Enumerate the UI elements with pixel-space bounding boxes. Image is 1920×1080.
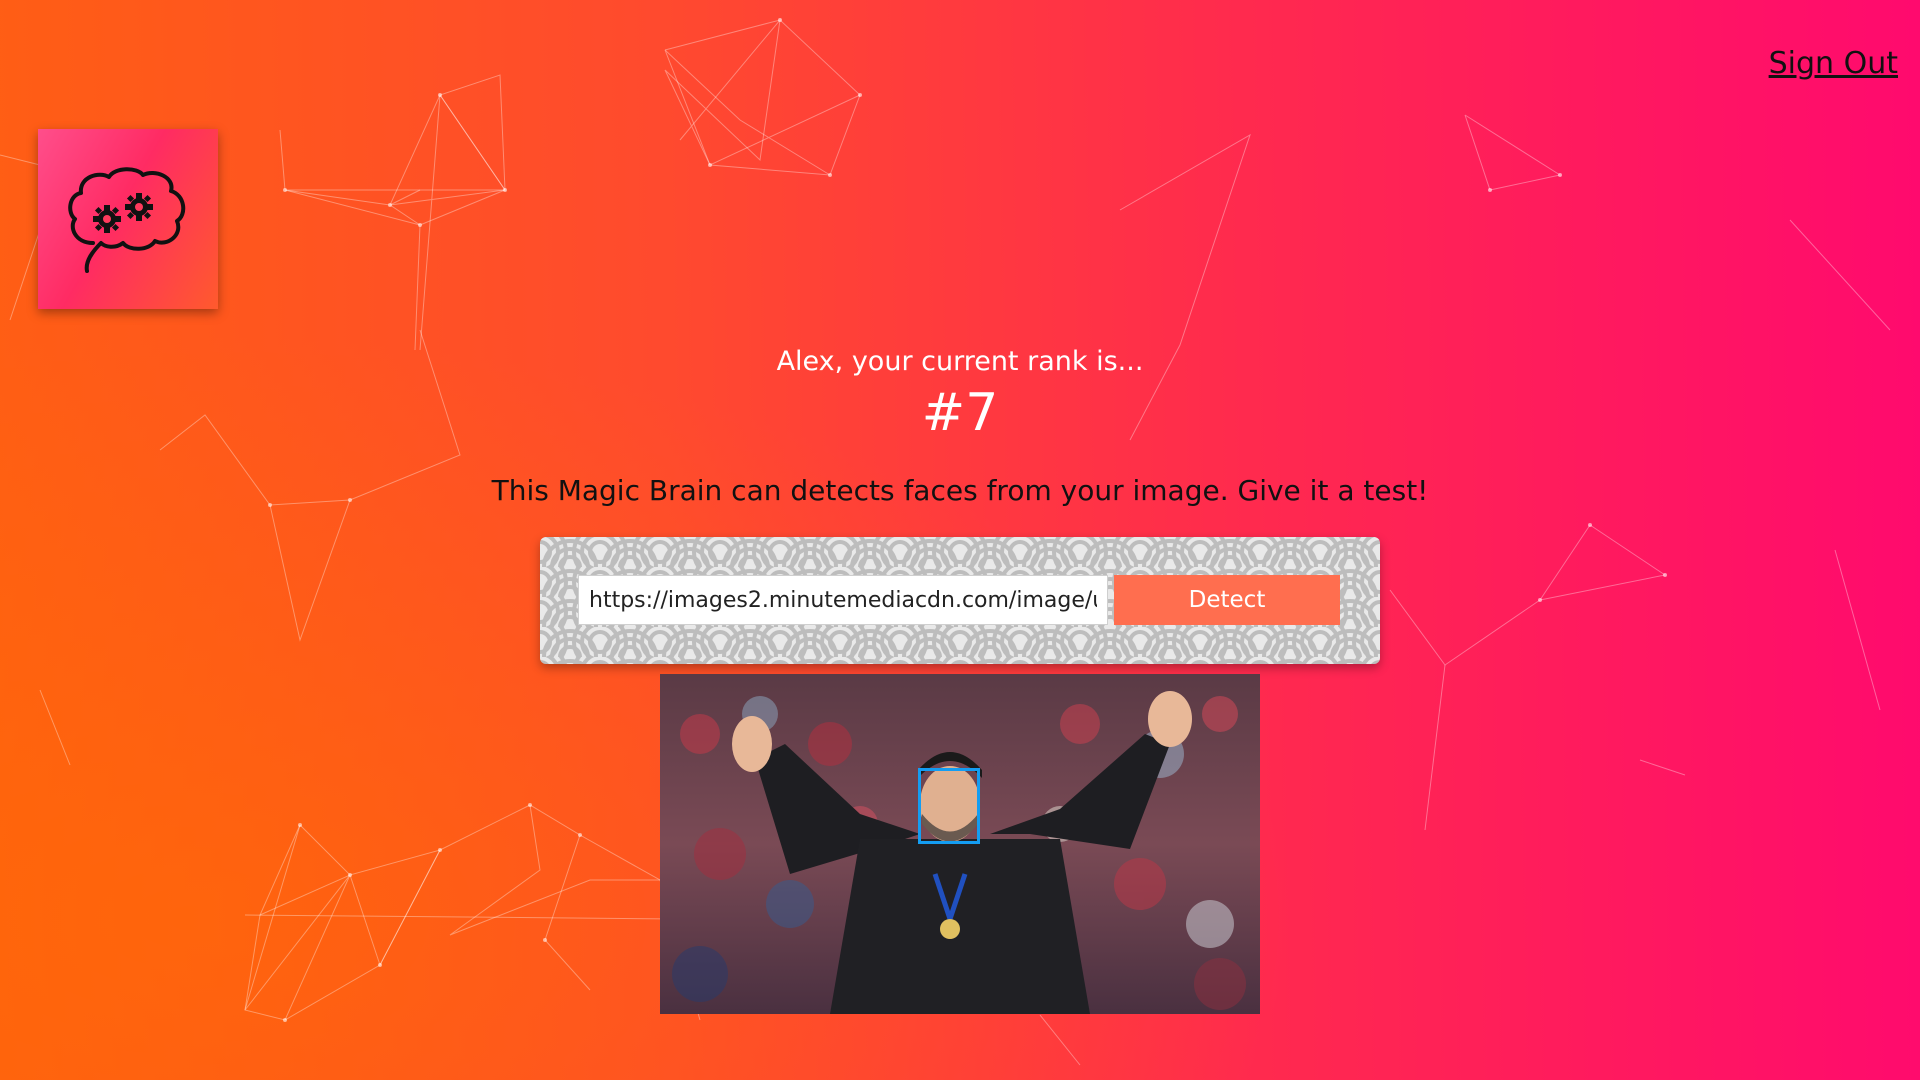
image-url-input[interactable] <box>578 575 1108 625</box>
rank-message: Alex, your current rank is... <box>776 346 1144 377</box>
detected-image <box>660 674 1260 1014</box>
face-bounding-box <box>918 768 980 844</box>
intro-text: This Magic Brain can detects faces from … <box>491 474 1429 507</box>
logo[interactable] <box>38 129 218 309</box>
crowd-photo <box>660 674 1260 1014</box>
detect-button[interactable]: Detect <box>1114 575 1340 625</box>
sign-out-link[interactable]: Sign Out <box>1769 46 1898 81</box>
rank-value: #7 <box>921 383 999 443</box>
brain-gears-icon <box>68 167 186 273</box>
image-url-form: Detect <box>540 537 1380 664</box>
